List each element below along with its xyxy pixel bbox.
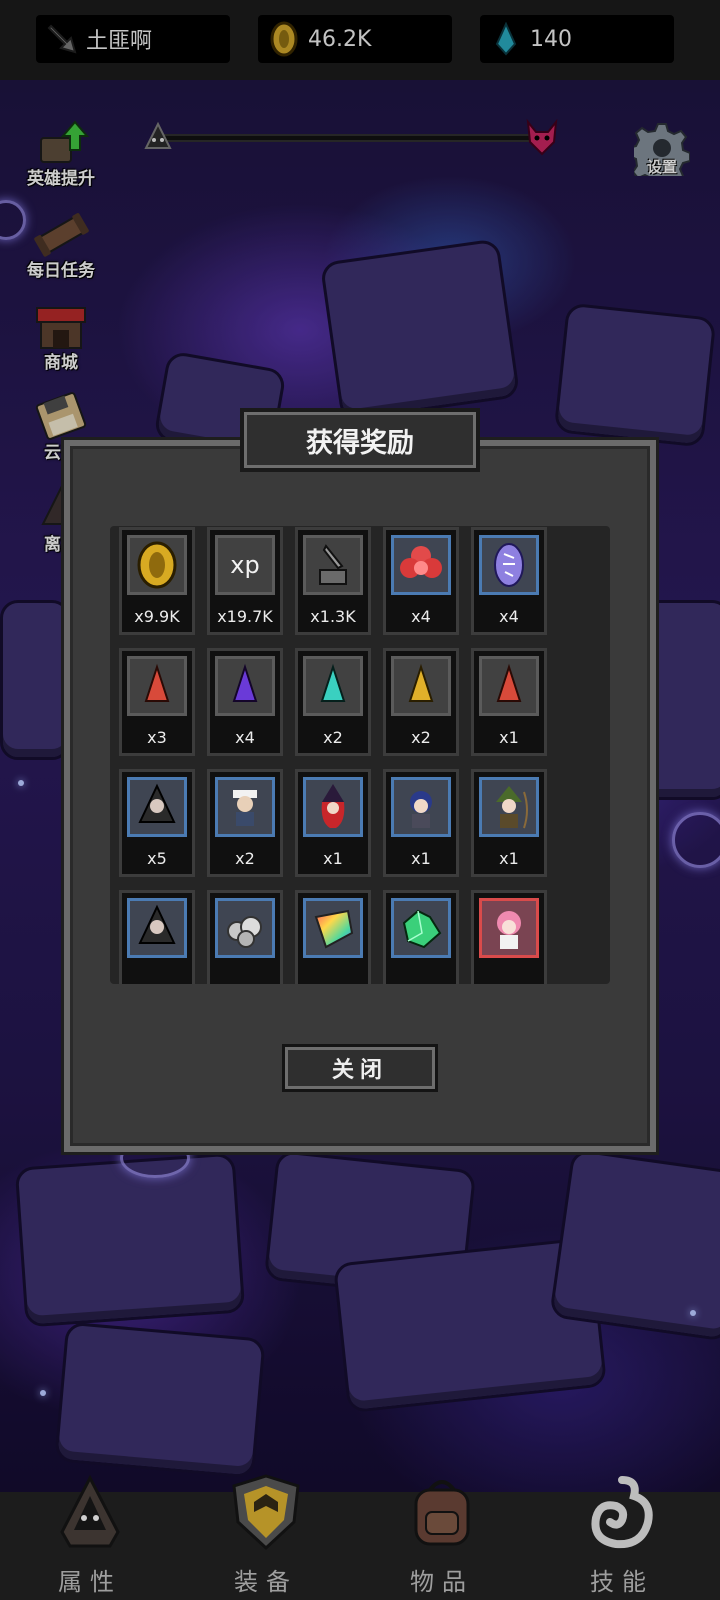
bottom-nav-bar: 属性 装备 物品 技能 bbox=[0, 1474, 720, 1600]
red-flower-icon bbox=[391, 535, 451, 595]
pink-hair-hero-icon bbox=[479, 898, 539, 958]
reward-quantity: x3 bbox=[147, 728, 167, 747]
yellow-crystal-icon bbox=[391, 656, 451, 716]
reward-quantity: x2 bbox=[411, 728, 431, 747]
reward-item[interactable]: xp x19.7K bbox=[207, 527, 283, 635]
reward-item[interactable]: x2 bbox=[295, 648, 371, 756]
reward-quantity: x4 bbox=[499, 607, 519, 626]
swirl-icon bbox=[591, 1476, 653, 1549]
nav-label: 技能 bbox=[590, 1568, 654, 1596]
reward-dialog-title: 获得奖励 bbox=[240, 408, 480, 472]
svg-text:xp: xp bbox=[230, 551, 259, 579]
shield-icon bbox=[232, 1474, 300, 1551]
reward-item[interactable]: x1.3K bbox=[295, 527, 371, 635]
reward-quantity: x2 bbox=[323, 728, 343, 747]
reward-item[interactable]: x4 bbox=[383, 527, 459, 635]
reward-item[interactable]: x4 bbox=[471, 527, 547, 635]
reward-item[interactable]: x1 bbox=[295, 769, 371, 877]
blue-hair-hero-icon bbox=[391, 777, 451, 837]
reward-quantity: x9.9K bbox=[134, 607, 180, 626]
nav-label: 装备 bbox=[234, 1568, 298, 1596]
reward-grid: x9.9K xp x19.7K x1.3K x4 x4 x3 x4 x2 x2 x1 x5 x2 x1 x1… bbox=[110, 526, 610, 984]
reward-item[interactable]: x1 bbox=[471, 769, 547, 877]
gold-coin-icon bbox=[127, 535, 187, 595]
reward-quantity: x1 bbox=[411, 849, 431, 868]
reward-item[interactable] bbox=[295, 890, 371, 984]
archer-hero-icon bbox=[479, 777, 539, 837]
reward-item[interactable]: x4 bbox=[207, 648, 283, 756]
reward-quantity: x4 bbox=[411, 607, 431, 626]
cyan-crystal-icon bbox=[303, 656, 363, 716]
reward-quantity: x4 bbox=[235, 728, 255, 747]
nav-label: 物品 bbox=[410, 1568, 474, 1596]
reward-item[interactable] bbox=[119, 890, 195, 984]
reward-item[interactable]: x1 bbox=[471, 648, 547, 756]
nav-tab-items[interactable]: 物品 bbox=[352, 1472, 532, 1600]
reward-quantity: x19.7K bbox=[217, 607, 273, 626]
purple-crystal-icon bbox=[215, 656, 275, 716]
nav-tab-equipment[interactable]: 装备 bbox=[176, 1472, 356, 1600]
reward-item[interactable] bbox=[207, 890, 283, 984]
reward-item[interactable] bbox=[383, 890, 459, 984]
reward-item[interactable]: x2 bbox=[383, 648, 459, 756]
reward-item[interactable]: x1 bbox=[383, 769, 459, 877]
rune-stone-icon bbox=[479, 535, 539, 595]
backpack-icon bbox=[414, 1480, 470, 1546]
red-crystal-icon bbox=[479, 656, 539, 716]
hood-icon bbox=[60, 1474, 120, 1548]
reward-quantity: x5 bbox=[147, 849, 167, 868]
silver-ore-icon bbox=[215, 898, 275, 958]
reward-item[interactable]: x2 bbox=[207, 769, 283, 877]
rainbow-crystal-icon bbox=[303, 898, 363, 958]
sword-stone-icon bbox=[303, 535, 363, 595]
reward-quantity: x1 bbox=[499, 728, 519, 747]
sailor-hero-icon bbox=[215, 777, 275, 837]
reward-quantity: x1 bbox=[499, 849, 519, 868]
reward-item[interactable]: x3 bbox=[119, 648, 195, 756]
reward-quantity: x1.3K bbox=[310, 607, 356, 626]
reward-quantity: x1 bbox=[323, 849, 343, 868]
nav-label: 属性 bbox=[58, 1568, 122, 1596]
red-crystal-icon bbox=[127, 656, 187, 716]
xp-icon: xp bbox=[215, 535, 275, 595]
close-button[interactable]: 关闭 bbox=[282, 1044, 438, 1092]
hooded-assassin-hero-icon bbox=[127, 777, 187, 837]
reward-quantity: x2 bbox=[235, 849, 255, 868]
hooded-assassin-hero-icon bbox=[127, 898, 187, 958]
nav-tab-skills[interactable]: 技能 bbox=[532, 1472, 712, 1600]
reward-item[interactable] bbox=[471, 890, 547, 984]
reward-item[interactable]: x9.9K bbox=[119, 527, 195, 635]
green-crystal-icon bbox=[391, 898, 451, 958]
nav-tab-attributes[interactable]: 属性 bbox=[0, 1472, 180, 1600]
reward-item[interactable]: x5 bbox=[119, 769, 195, 877]
witch-hero-icon bbox=[303, 777, 363, 837]
